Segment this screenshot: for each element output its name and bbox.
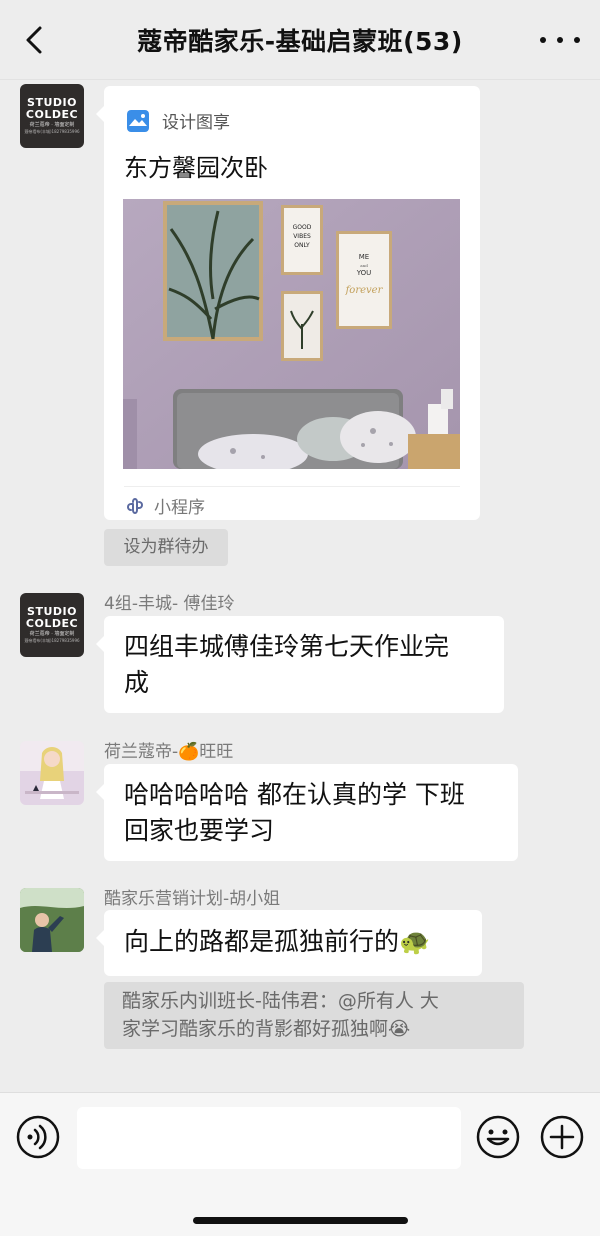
- back-button[interactable]: [18, 22, 54, 58]
- avatar[interactable]: STUDIO COLDEC 荷兰蔻帝 · 墙面定制 蔻帝墙布(丰城)182798…: [20, 84, 84, 148]
- card-footer-label: 小程序: [154, 498, 205, 518]
- dot-icon: [557, 37, 563, 43]
- avatar[interactable]: [20, 888, 84, 952]
- avatar-brand-line2: COLDEC: [25, 617, 79, 630]
- home-indicator: [193, 1217, 408, 1224]
- bedroom-preview-image: GOOD VIBES ONLY ME and YOU forever: [123, 199, 460, 469]
- art-text: and: [360, 263, 368, 268]
- message-bubble[interactable]: 哈哈哈哈哈 都在认真的学 下班 回家也要学习: [96, 764, 518, 861]
- chat-title: 蔻帝酷家乐-基础启蒙班(53): [137, 26, 463, 56]
- chat-header: 蔻帝酷家乐-基础启蒙班(53): [0, 0, 600, 80]
- mini-program-link-icon: [127, 497, 143, 514]
- avatar[interactable]: [20, 741, 84, 805]
- sender-name: 酷家乐营销计划-胡小姐: [104, 889, 281, 909]
- dot-icon: [574, 37, 580, 43]
- quote-line: 家学习酷家乐的背影都好孤独啊😭: [122, 1018, 411, 1040]
- message-line: 哈哈哈哈哈 都在认真的学 下班: [124, 780, 465, 809]
- chevron-left-icon: [26, 26, 42, 54]
- avatar-brand-line3: 荷兰蔻帝 · 墙面定制: [29, 122, 75, 128]
- voice-button[interactable]: [16, 1115, 60, 1159]
- art-text: YOU: [356, 269, 372, 277]
- dot-icon: [540, 37, 546, 43]
- card-app-header: 设计图享: [126, 108, 230, 133]
- mini-program-card[interactable]: 设计图享 东方馨园次卧 GOOD VIBES ONLY ME and YOU f…: [96, 86, 480, 520]
- quoted-message[interactable]: 酷家乐内训班长-陆伟君：@所有人 大 家学习酷家乐的背影都好孤独啊😭: [104, 982, 524, 1049]
- card-title: 东方馨园次卧: [124, 154, 268, 182]
- more-actions-button[interactable]: [540, 1115, 584, 1159]
- art-text: forever: [345, 285, 384, 296]
- sender-name: 荷兰蔻帝-🍊旺旺: [104, 742, 234, 762]
- person-photo-avatar-image: [20, 888, 84, 952]
- message-line: 成: [124, 668, 150, 697]
- card-app-name: 设计图享: [162, 113, 230, 133]
- avatar[interactable]: STUDIO COLDEC 荷兰蔻帝 · 墙面定制 蔻帝墙布(丰城)182798…: [20, 593, 84, 657]
- avatar-brand-line2: COLDEC: [25, 108, 79, 121]
- plus-icon: [540, 1115, 584, 1159]
- art-text: GOOD: [293, 224, 312, 231]
- message-bubble[interactable]: 四组丰城傅佳玲第七天作业完 成: [96, 616, 504, 713]
- art-text: VIBES: [293, 233, 311, 240]
- avatar-brand-line4: 蔻帝墙布(丰城)18279835996: [24, 638, 80, 643]
- message-input[interactable]: [77, 1107, 461, 1169]
- message-list[interactable]: STUDIO COLDEC 荷兰蔻帝 · 墙面定制 蔻帝墙布(丰城)182798…: [0, 80, 600, 1092]
- input-bar: [0, 1092, 600, 1236]
- mini-program-logo-icon: [127, 109, 149, 132]
- quote-line: 酷家乐内训班长-陆伟君：@所有人 大: [122, 990, 439, 1012]
- message-bubble[interactable]: 向上的路都是孤独前行的🐢: [96, 910, 482, 976]
- sender-name: 4组-丰城- 傅佳玲: [104, 594, 235, 614]
- anime-avatar-image: [20, 741, 84, 805]
- set-group-todo-button[interactable]: 设为群待办: [104, 529, 228, 566]
- avatar-brand-line3: 荷兰蔻帝 · 墙面定制: [29, 631, 75, 637]
- more-options-button[interactable]: [540, 28, 580, 52]
- art-text: ONLY: [294, 242, 310, 249]
- message-line: 回家也要学习: [124, 816, 275, 845]
- art-text: ME: [359, 253, 369, 261]
- message-line: 向上的路都是孤独前行的🐢: [124, 927, 431, 956]
- voice-icon: [16, 1115, 60, 1159]
- smiley-icon: [476, 1115, 520, 1159]
- card-footer: 小程序: [124, 486, 460, 518]
- avatar-brand-line4: 蔻帝墙布(丰城)18279835996: [24, 129, 80, 134]
- emoji-button[interactable]: [476, 1115, 520, 1159]
- message-line: 四组丰城傅佳玲第七天作业完: [124, 632, 450, 661]
